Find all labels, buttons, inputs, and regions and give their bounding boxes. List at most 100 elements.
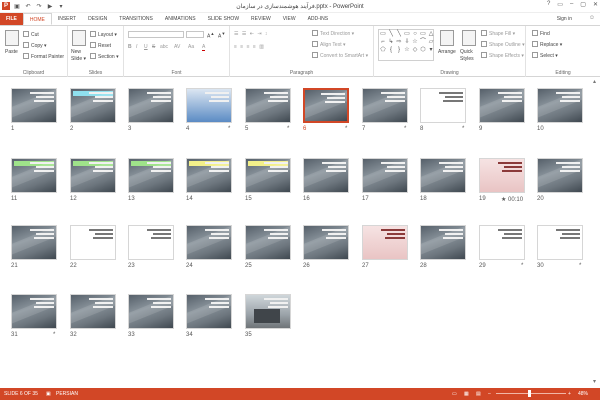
slide-thumbnail[interactable] — [420, 158, 466, 193]
slide-sorter-view-icon[interactable]: ▦ — [464, 391, 469, 397]
shape-item[interactable]: ⇩ — [403, 38, 411, 46]
slide-thumbnail[interactable] — [537, 158, 583, 193]
shape-item[interactable]: ▭ — [379, 30, 387, 38]
slide-thumbnail[interactable] — [186, 225, 232, 260]
scroll-down-icon[interactable]: ▾ — [590, 378, 599, 387]
slide-thumbnail[interactable] — [11, 225, 57, 260]
language-indicator[interactable]: PERSIAN — [56, 391, 78, 397]
tab-add-ins[interactable]: ADD-INS — [302, 13, 335, 25]
replace-button[interactable]: Replace ▾ — [532, 41, 562, 48]
shape-item[interactable]: △ — [427, 30, 435, 38]
slide-thumbnail[interactable] — [186, 294, 232, 329]
spellcheck-icon[interactable]: ▣ — [46, 391, 51, 397]
alignment-buttons[interactable]: ≡ ≡ ≡ ≡ ▥ — [234, 44, 265, 50]
slide-thumbnail[interactable] — [303, 88, 349, 123]
slide-thumbnail[interactable] — [128, 225, 174, 260]
shape-item[interactable]: } — [395, 46, 403, 54]
shape-item[interactable]: ▾ — [427, 46, 435, 54]
slide-thumbnail[interactable] — [128, 294, 174, 329]
convert-smartart-button[interactable]: Convert to SmartArt ▾ — [312, 52, 368, 59]
tab-home[interactable]: HOME — [22, 13, 52, 25]
shape-item[interactable]: ◇ — [411, 46, 419, 54]
font-color-button[interactable]: A — [202, 44, 206, 51]
slide-thumbnail[interactable] — [479, 225, 525, 260]
slide-thumbnail[interactable] — [479, 88, 525, 123]
slide-thumbnail[interactable] — [245, 88, 291, 123]
zoom-slider-handle[interactable] — [528, 390, 531, 397]
transition-indicator-icon[interactable]: ★ 00:10 — [501, 196, 523, 203]
slide-thumbnail[interactable] — [537, 225, 583, 260]
shape-item[interactable]: ☆ — [411, 38, 419, 46]
shape-item[interactable]: ⌒ — [419, 38, 427, 46]
format-painter-button[interactable]: Format Painter — [23, 53, 64, 60]
slide-thumbnail[interactable] — [537, 88, 583, 123]
zoom-in-icon[interactable]: + — [568, 391, 571, 397]
text-shadow-button[interactable]: abc — [160, 44, 168, 50]
slide-thumbnail[interactable] — [128, 88, 174, 123]
slide-thumbnail[interactable] — [420, 225, 466, 260]
tab-design[interactable]: DESIGN — [82, 13, 113, 25]
tab-file[interactable]: FILE — [0, 13, 23, 25]
copy-button[interactable]: Copy ▾ — [23, 42, 47, 49]
transition-indicator-icon[interactable]: * — [521, 263, 523, 269]
quick-styles-icon[interactable] — [462, 30, 476, 46]
grow-font-button[interactable]: A▲ — [207, 31, 214, 40]
zoom-level[interactable]: 48% — [578, 391, 588, 397]
reset-button[interactable]: Reset — [90, 42, 111, 49]
slide-thumbnail[interactable] — [479, 158, 525, 193]
shape-item[interactable]: ⬡ — [419, 46, 427, 54]
shape-item[interactable]: ⌐ — [379, 38, 387, 46]
italic-button[interactable]: I — [136, 44, 137, 50]
font-size-select[interactable] — [186, 31, 204, 38]
tab-animations[interactable]: ANIMATIONS — [159, 13, 202, 25]
ribbon-display-icon[interactable]: ▭ — [557, 1, 563, 8]
select-button[interactable]: Select ▾ — [532, 52, 558, 59]
shape-fill-button[interactable]: Shape Fill ▾ — [481, 30, 515, 37]
normal-view-icon[interactable]: ▭ — [452, 391, 457, 397]
slide-thumbnail[interactable] — [362, 88, 408, 123]
slide-thumbnail[interactable] — [245, 294, 291, 329]
quick-styles-button[interactable]: Quick Styles — [460, 49, 476, 63]
shape-item[interactable]: ╲ — [387, 30, 395, 38]
change-case-button[interactable]: Aa — [188, 44, 194, 50]
transition-indicator-icon[interactable]: * — [287, 126, 289, 132]
transition-indicator-icon[interactable]: * — [345, 126, 347, 132]
align-text-button[interactable]: Align Text ▾ — [312, 41, 346, 48]
slide-thumbnail[interactable] — [70, 225, 116, 260]
slide-sorter[interactable]: 1 2 3 4 * 5 * 6 * 7 * 8 * 9 10 11 12 13 14 15 16 17 18 19 ★ 00:1… — [0, 78, 600, 388]
slide-thumbnail[interactable] — [362, 225, 408, 260]
reading-view-icon[interactable]: ▤ — [476, 391, 481, 397]
character-spacing-button[interactable]: AV — [174, 44, 180, 50]
zoom-out-icon[interactable]: – — [488, 391, 491, 397]
slide-thumbnail[interactable] — [70, 294, 116, 329]
slide-thumbnail[interactable] — [70, 158, 116, 193]
slide-thumbnail[interactable] — [245, 225, 291, 260]
new-slide-icon[interactable] — [72, 30, 86, 46]
shape-item[interactable]: { — [387, 46, 395, 54]
tab-insert[interactable]: INSERT — [52, 13, 82, 25]
strikethrough-button[interactable]: S — [152, 44, 155, 50]
slide-thumbnail[interactable] — [186, 88, 232, 123]
slide-thumbnail[interactable] — [186, 158, 232, 193]
maximize-button[interactable]: ▢ — [580, 1, 586, 8]
cut-button[interactable]: Cut — [23, 31, 39, 38]
arrange-icon[interactable] — [440, 30, 454, 46]
transition-indicator-icon[interactable]: * — [462, 126, 464, 132]
shape-effects-button[interactable]: Shape Effects ▾ — [481, 52, 524, 59]
shape-item[interactable]: ▭ — [403, 30, 411, 38]
transition-indicator-icon[interactable]: * — [53, 332, 55, 338]
font-family-select[interactable] — [128, 31, 184, 38]
text-direction-button[interactable]: Text Direction ▾ — [312, 30, 354, 37]
bold-button[interactable]: B — [128, 44, 132, 50]
scroll-up-icon[interactable]: ▴ — [590, 78, 599, 87]
shape-item[interactable]: ○ — [411, 30, 419, 38]
tab-view[interactable]: VIEW — [277, 13, 302, 25]
user-icon[interactable]: ☺ — [589, 15, 595, 21]
slide-thumbnail[interactable] — [303, 158, 349, 193]
find-button[interactable]: Find — [532, 30, 550, 37]
shape-item[interactable]: ▭ — [419, 30, 427, 38]
shape-item[interactable]: ⬠ — [379, 46, 387, 54]
transition-indicator-icon[interactable]: * — [228, 126, 230, 132]
slide-thumbnail[interactable] — [11, 294, 57, 329]
list-buttons[interactable]: ☰ ☰ ⇤ ⇥ ↕ — [234, 31, 268, 37]
